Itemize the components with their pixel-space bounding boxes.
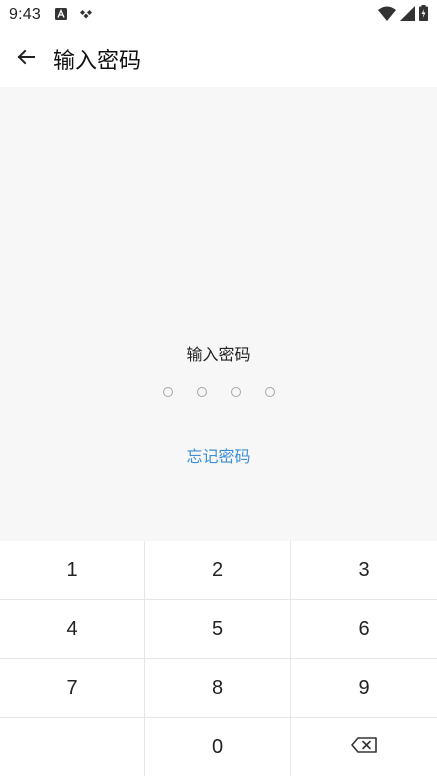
pin-prompt: 输入密码 — [186, 345, 251, 364]
page-title: 输入密码 — [53, 48, 142, 74]
key-4[interactable]: 4 — [0, 600, 145, 659]
pin-dots — [0, 387, 437, 397]
key-2[interactable]: 2 — [145, 541, 291, 600]
status-bar: 9:43 — [0, 0, 437, 30]
screen: 9:43 输入密码 输入密码 忘记密码 1 2 3 4 5 6 7 8 9 0 — [0, 0, 437, 776]
pin-entry-area: 输入密码 忘记密码 — [0, 87, 437, 541]
wifi-icon — [378, 6, 396, 25]
backspace-button[interactable] — [291, 718, 437, 776]
key-blank — [0, 718, 145, 776]
back-button[interactable] — [0, 30, 52, 87]
status-time: 9:43 — [9, 6, 41, 23]
diamond-icon — [79, 6, 93, 24]
signal-icon — [400, 5, 415, 25]
forgot-password-link[interactable]: 忘记密码 — [0, 443, 437, 467]
status-left-icons — [54, 6, 93, 24]
battery-icon — [419, 5, 428, 25]
key-1[interactable]: 1 — [0, 541, 145, 600]
key-9[interactable]: 9 — [291, 659, 437, 718]
app-bar: 输入密码 — [0, 30, 437, 87]
key-0[interactable]: 0 — [145, 718, 291, 776]
backspace-icon — [351, 736, 377, 759]
android-a-icon — [54, 6, 67, 24]
status-right-icons — [378, 5, 428, 25]
key-7[interactable]: 7 — [0, 659, 145, 718]
pin-dot — [264, 387, 275, 397]
key-5[interactable]: 5 — [145, 600, 291, 659]
pin-dot — [196, 387, 207, 397]
arrow-left-icon — [17, 49, 35, 69]
key-8[interactable]: 8 — [145, 659, 291, 718]
pin-dot — [230, 387, 241, 397]
key-3[interactable]: 3 — [291, 541, 437, 600]
numeric-keypad: 1 2 3 4 5 6 7 8 9 0 — [0, 541, 437, 776]
key-6[interactable]: 6 — [291, 600, 437, 659]
pin-dot — [162, 387, 173, 397]
